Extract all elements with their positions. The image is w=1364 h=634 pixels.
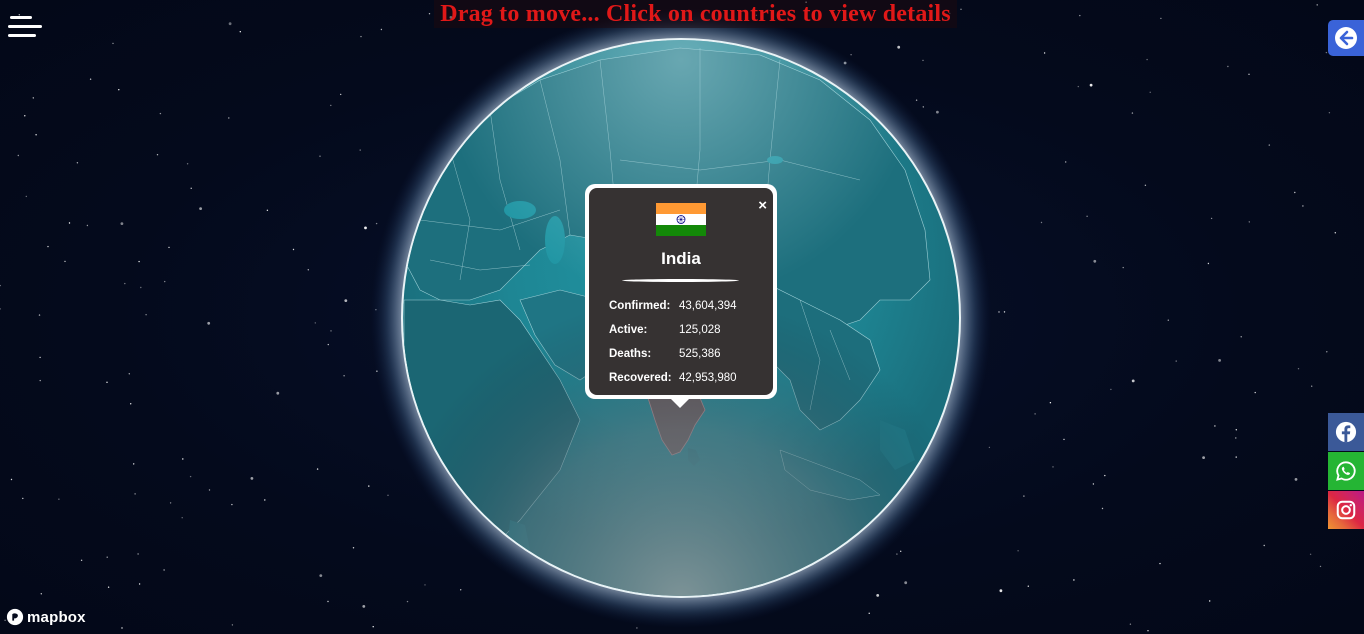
popup-close-button[interactable]: ×: [758, 198, 767, 213]
stat-row-deaths: Deaths: 525,386: [609, 342, 769, 366]
map-canvas[interactable]: Drag to move... Click on countries to vi…: [0, 0, 1364, 634]
mapbox-logo-link[interactable]: mapbox: [6, 607, 86, 627]
stat-row-confirmed: Confirmed: 43,604,394: [609, 294, 769, 318]
whatsapp-icon: [1336, 461, 1356, 481]
popup-content: × India Confirmed: 43,604,394 Active: 12…: [589, 188, 773, 395]
popup-stats: Confirmed: 43,604,394 Active: 125,028 De…: [609, 294, 769, 390]
whatsapp-share-button[interactable]: [1328, 452, 1364, 490]
stat-label: Deaths:: [609, 348, 652, 360]
instruction-banner: Drag to move... Click on countries to vi…: [434, 0, 957, 28]
stat-value: 125,028: [679, 324, 721, 336]
stat-row-recovered: Recovered: 42,953,980: [609, 366, 769, 390]
instagram-share-button[interactable]: [1328, 491, 1364, 529]
facebook-icon: [1335, 421, 1357, 443]
stat-value: 525,386: [679, 348, 721, 360]
instagram-icon: [1336, 500, 1356, 520]
stat-label: Recovered:: [609, 372, 672, 384]
stat-value: 42,953,980: [679, 372, 737, 384]
stat-label: Confirmed:: [609, 300, 671, 312]
stat-row-active: Active: 125,028: [609, 318, 769, 342]
facebook-share-button[interactable]: [1328, 413, 1364, 451]
popup-divider: [622, 279, 739, 282]
stat-value: 43,604,394: [679, 300, 737, 312]
popup-country-name: India: [661, 249, 701, 268]
mapbox-logo-text: mapbox: [27, 608, 86, 626]
menu-button[interactable]: [6, 14, 44, 40]
stat-label: Active:: [609, 324, 648, 336]
country-popup[interactable]: × India Confirmed: 43,604,394 Active: 12…: [585, 184, 777, 399]
instruction-text: Drag to move... Click on countries to vi…: [440, 0, 951, 27]
popup-tip: [670, 398, 690, 408]
arrow-left-circle-icon: [1335, 27, 1357, 49]
india-flag-icon: [656, 203, 706, 236]
mapbox-icon: [6, 608, 24, 626]
back-button[interactable]: [1328, 20, 1364, 56]
